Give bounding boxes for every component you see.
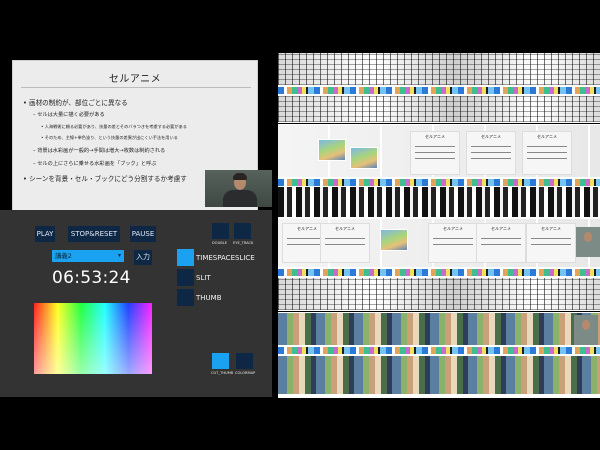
lecture-select-value: 講義2	[55, 252, 72, 260]
stop-reset-button[interactable]: STOP&RESET	[68, 226, 120, 242]
color-picker-saturation	[34, 303, 152, 374]
slice-band	[278, 96, 600, 122]
slide-bullet: • シーンを背景・セル・ブックにどう分割するか考慮す	[23, 175, 187, 183]
control-panel: PLAY STOP&RESET PAUSE 講義2 ▾ 入力 06:53:24 …	[0, 210, 272, 397]
chevron-down-icon: ▾	[117, 252, 121, 259]
slide-thumbnail: セルアニメ	[526, 223, 576, 263]
slice-band: セルアニメ セルアニメ セルアニメ セルアニメ セルアニメ	[278, 219, 600, 267]
lecturer-webcam	[205, 170, 272, 207]
colormap-toggle[interactable]	[236, 353, 253, 369]
play-button[interactable]: PLAY	[35, 226, 55, 242]
lecturer-thumbnail	[574, 315, 598, 345]
slide-thumbnail: セルアニメ	[428, 223, 478, 263]
thumb-toggle[interactable]	[177, 289, 194, 306]
slide-bullet: • そのため、主線+単色塗り、という技量の差異が出にくい手法を用いる	[41, 135, 178, 140]
lecturer-body	[223, 190, 257, 207]
slide-thumbnail: セルアニメ	[466, 131, 516, 175]
pause-button[interactable]: PAUSE	[130, 226, 156, 242]
input-button[interactable]: 入力	[134, 250, 152, 265]
double-toggle-label: DOUBLE	[212, 241, 227, 245]
time-display: 06:53:24	[52, 268, 131, 288]
slide-thumbnail: セルアニメ	[522, 131, 572, 175]
slice-band: セルアニメ セルアニメ セルアニメ	[278, 125, 600, 177]
colormap-stripe	[278, 87, 600, 94]
slice-band	[278, 356, 600, 394]
slide-bullet: • 画材の制約が、部位ごとに異なる	[23, 99, 128, 107]
cut-thumb-label: CUT_THUMB	[211, 371, 234, 375]
lecturer-thumbnail	[576, 227, 600, 257]
slide-bullet: – セルは大量に描く必要がある	[33, 112, 105, 118]
band-separator	[278, 123, 600, 124]
colormap-stripe	[278, 347, 600, 354]
slide-bullet: • 人海戦術に頼る必要があり、技量の差とそのバラつきを考慮する必要がある	[41, 124, 187, 129]
slit-label: SLIT	[196, 274, 211, 282]
slide-thumbnail: セルアニメ	[410, 131, 460, 175]
slide-bullet: – セルの上にさらに乗せる水彩画を「ブック」と呼ぶ	[33, 161, 157, 167]
slice-band	[278, 313, 600, 345]
lecture-select[interactable]: 講義2 ▾	[52, 250, 124, 262]
band-separator	[278, 311, 600, 312]
slice-band	[278, 278, 600, 310]
colormap-stripe	[278, 179, 600, 186]
eye-track-toggle-label: EYE_TRACK	[233, 241, 254, 245]
slide-thumbnail: セルアニメ	[320, 223, 370, 263]
colormap-stripe	[278, 269, 600, 276]
timespace-slice-view[interactable]: セルアニメ セルアニメ セルアニメ セルアニメ セルアニメ セルアニメ セルアニ…	[278, 53, 600, 398]
timespaceslice-toggle[interactable]	[177, 249, 194, 266]
slice-band	[278, 187, 600, 217]
color-picker[interactable]	[34, 303, 152, 374]
illustration-thumbnail	[350, 147, 378, 169]
lecturer-hair	[233, 173, 247, 180]
slide-title-rule	[21, 87, 251, 88]
thumb-label: THUMB	[196, 294, 222, 302]
cut-thumb-toggle[interactable]	[212, 353, 229, 369]
slide-title: セルアニメ	[108, 74, 162, 85]
slide-thumbnail: セルアニメ	[476, 223, 526, 263]
lecture-viewer: セルアニメ • 画材の制約が、部位ごとに異なる – セルは大量に描く必要がある …	[0, 40, 600, 398]
eye-track-toggle[interactable]	[234, 223, 251, 239]
illustration-thumbnail	[318, 139, 346, 161]
slit-toggle[interactable]	[177, 269, 194, 286]
slice-band	[278, 53, 600, 85]
slide-bullet: – 背景は水彩画が一般的→手間は増大→枚数は制約される	[33, 148, 166, 154]
timespaceslice-label: TIMESPACESLICE	[196, 254, 255, 262]
colormap-label: COLORMAP	[235, 371, 256, 375]
double-toggle[interactable]	[212, 223, 229, 239]
illustration-thumbnail	[380, 229, 408, 251]
